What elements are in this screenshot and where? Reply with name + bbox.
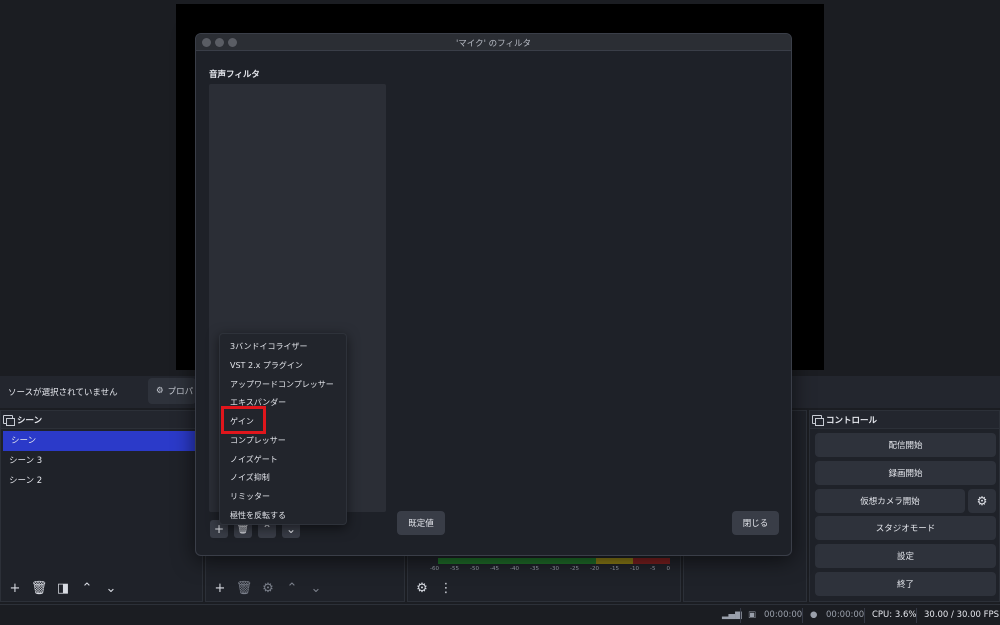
status-bar: ▂▄▆ ▣ 00:00:00 ● 00:00:00 CPU: 3.6% 30.0… [0, 604, 1000, 625]
meter-tick: -15 [610, 566, 619, 572]
menu-item-upward-compressor[interactable]: アップワードコンプレッサー [230, 379, 334, 390]
menu-item-vst-plugin[interactable]: VST 2.x プラグイン [230, 360, 303, 371]
fps-readout: 30.00 / 30.00 FPS [924, 610, 1000, 620]
dialog-titlebar: 'マイク' のフィルタ [196, 34, 791, 51]
kebab-menu-icon[interactable]: ⋮ [438, 580, 454, 596]
no-source-label: ソースが選択されていません [8, 388, 118, 398]
scenes-header: シーン [1, 411, 202, 429]
virtual-camera-settings-button[interactable]: ⚙ [968, 489, 996, 513]
chevron-up-icon[interactable]: ⌃ [284, 580, 300, 596]
properties-button[interactable]: ⚙ プロパ [148, 378, 196, 404]
meter-tick: -60 [430, 566, 439, 572]
meter-scale: -60 -55 -50 -45 -40 -35 -30 -25 -20 -15 … [430, 566, 670, 572]
meter-tick: -35 [530, 566, 539, 572]
recording-icon: ▣ [748, 610, 757, 620]
meter-tick: -55 [450, 566, 459, 572]
divider [802, 608, 803, 623]
close-button[interactable]: 閉じる [732, 511, 779, 535]
defaults-button[interactable]: 既定値 [397, 511, 445, 535]
gear-icon: ⚙ [156, 386, 164, 396]
menu-item-3band-eq[interactable]: 3バンドイコライザー [230, 341, 308, 352]
trash-icon: 🗑 [236, 523, 250, 535]
plus-icon[interactable]: + [212, 580, 228, 596]
meter-tick: -50 [470, 566, 479, 572]
start-streaming-button[interactable]: 配信開始 [815, 433, 996, 457]
meter-tick: -20 [590, 566, 599, 572]
menu-item-compressor[interactable]: コンプレッサー [230, 435, 286, 446]
streaming-icon: ● [810, 610, 818, 620]
menu-item-noise-suppression[interactable]: ノイズ抑制 [230, 472, 270, 483]
gear-icon: ⚙ [976, 494, 988, 508]
controls-title: コントロール [826, 415, 878, 426]
scene-item[interactable]: シーン [3, 431, 200, 451]
recording-time: 00:00:00 [764, 610, 803, 620]
gears-icon[interactable]: ⚙ [414, 580, 430, 596]
dialog-title: 'マイク' のフィルタ [455, 39, 532, 49]
meter-tick: -40 [510, 566, 519, 572]
trash-icon[interactable]: 🗑 [31, 580, 48, 596]
controls-header: コントロール [810, 411, 999, 429]
mixer-toolbar: ⚙ ⋮ [408, 577, 680, 599]
properties-label: プロパ [167, 387, 194, 397]
divider [740, 608, 741, 623]
cpu-usage: CPU: 3.6% [872, 610, 917, 620]
streaming-time: 00:00:00 [826, 610, 865, 620]
scene-item[interactable]: シーン 3 [1, 451, 202, 471]
menu-item-noise-gate[interactable]: ノイズゲート [230, 454, 278, 465]
meter-tick: -25 [570, 566, 579, 572]
scenes-dock: シーン シーン シーン 3 シーン 2 + 🗑 ◨ ⌃ ⌄ [0, 410, 203, 602]
plus-icon[interactable]: + [7, 580, 23, 596]
scene-item[interactable]: シーン 2 [1, 471, 202, 491]
trash-icon[interactable]: 🗑 [236, 580, 253, 596]
filter-icon[interactable]: ◨ [55, 580, 71, 596]
start-recording-button[interactable]: 録画開始 [815, 461, 996, 485]
settings-button[interactable]: 設定 [815, 544, 996, 568]
dock-icon [812, 415, 824, 426]
menu-item-invert-polarity[interactable]: 極性を反転する [230, 510, 286, 521]
sources-toolbar: + 🗑 ⚙ ⌃ ⌄ [206, 577, 404, 599]
start-virtual-camera-button[interactable]: 仮想カメラ開始 [815, 489, 965, 513]
studio-mode-button[interactable]: スタジオモード [815, 516, 996, 540]
audio-filters-label: 音声フィルタ [209, 70, 260, 80]
divider [916, 608, 917, 623]
chevron-up-icon[interactable]: ⌃ [79, 580, 95, 596]
meter-tick: 0 [666, 566, 671, 572]
meter-tick: -10 [630, 566, 639, 572]
gear-icon[interactable]: ⚙ [260, 580, 276, 596]
meter-tick: -45 [490, 566, 499, 572]
dock-icon [3, 415, 15, 426]
exit-button[interactable]: 終了 [815, 572, 996, 596]
scenes-toolbar: + 🗑 ◨ ⌃ ⌄ [1, 577, 202, 599]
gain-highlight-box [221, 406, 266, 434]
controls-dock: コントロール 配信開始 録画開始 仮想カメラ開始 ⚙ スタジオモード 設定 終了 [809, 410, 1000, 602]
divider [864, 608, 865, 623]
scenes-title: シーン [17, 415, 43, 426]
meter-tick: -30 [550, 566, 559, 572]
chevron-down-icon[interactable]: ⌄ [103, 580, 119, 596]
signal-icon: ▂▄▆ [722, 610, 742, 620]
volume-meter [438, 558, 670, 564]
meter-tick: -5 [650, 566, 656, 572]
menu-item-limiter[interactable]: リミッター [230, 491, 270, 502]
chevron-down-icon[interactable]: ⌄ [308, 580, 324, 596]
